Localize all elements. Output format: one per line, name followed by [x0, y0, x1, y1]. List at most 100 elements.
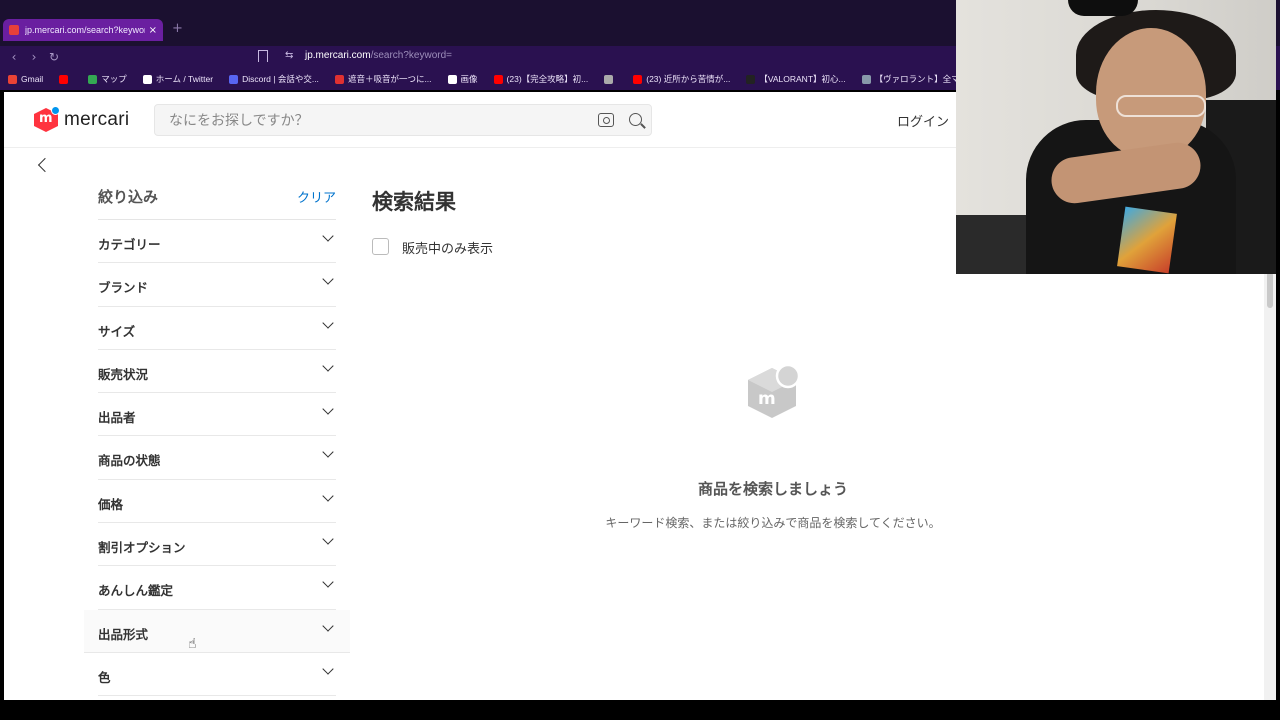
- chevron-down-icon: [322, 230, 334, 242]
- mercari-box-icon: m: [748, 364, 800, 418]
- forward-arrow-icon[interactable]: ›: [24, 50, 44, 64]
- bookmark-item[interactable]: (23)【完全攻略】初...: [493, 73, 589, 85]
- bookmark-item[interactable]: Gmail: [8, 74, 43, 84]
- chevron-down-icon: [322, 316, 334, 329]
- bookmark-item[interactable]: [59, 74, 72, 84]
- webcam-overlay: [956, 0, 1276, 274]
- back-arrow-icon[interactable]: ‹: [4, 50, 24, 64]
- filter-label: 割引オプション: [98, 540, 186, 556]
- filter-item[interactable]: カテゴリー: [98, 220, 336, 264]
- bookmark-favicon-icon: [604, 74, 614, 84]
- new-tab-button[interactable]: +: [172, 21, 183, 36]
- bookmark-star-icon[interactable]: [258, 50, 268, 62]
- bookmark-item[interactable]: [604, 74, 617, 84]
- filter-item[interactable]: 販売状況: [98, 350, 336, 394]
- chevron-left-icon[interactable]: [37, 157, 53, 173]
- scrollbar-thumb[interactable]: [1267, 272, 1273, 308]
- chevron-down-icon: [322, 533, 334, 545]
- search-input[interactable]: [169, 111, 569, 131]
- bookmark-item[interactable]: (23) 近所から苦情が...: [633, 73, 730, 85]
- bookmark-item[interactable]: ホーム / Twitter: [142, 73, 213, 85]
- chevron-down-icon: [322, 576, 334, 589]
- onsale-checkbox[interactable]: [372, 238, 389, 255]
- chevron-down-icon: [322, 663, 334, 675]
- filter-label: 色: [98, 669, 111, 685]
- webcam-person-glasses: [1116, 95, 1206, 117]
- taskbar-strip: [0, 700, 1280, 720]
- svg-text:m: m: [758, 389, 776, 409]
- bookmark-favicon-icon: [59, 74, 69, 84]
- chevron-down-icon: [322, 360, 334, 372]
- chevron-down-icon: [322, 403, 334, 415]
- chevron-down-icon: [322, 446, 334, 459]
- empty-state-description: キーワード検索、または絞り込みで商品を検索してください。: [605, 516, 941, 530]
- bookmark-label: 遮音＋吸音が一つに...: [347, 74, 432, 84]
- logo-text: mercari: [64, 109, 130, 130]
- tab-close-icon[interactable]: ×: [149, 25, 157, 36]
- screen: jp.mercari.com/search?keyword × + ‹ › ↻ …: [0, 0, 1280, 720]
- filter-label: 商品の状態: [98, 453, 161, 469]
- empty-state-title: 商品を検索しましょう: [697, 480, 848, 498]
- browser-tab[interactable]: jp.mercari.com/search?keyword ×: [3, 19, 163, 41]
- address-bar[interactable]: jp.mercari.com/search?keyword=: [305, 50, 452, 61]
- reload-icon[interactable]: ↻: [44, 50, 64, 64]
- mouse-cursor-icon: ☝: [188, 636, 197, 652]
- mercari-logo[interactable]: mercari: [34, 106, 130, 132]
- filter-item[interactable]: 出品者: [98, 393, 336, 437]
- tab-title: jp.mercari.com/search?keyword: [25, 25, 145, 35]
- search-icon[interactable]: [629, 113, 642, 126]
- bookmark-label: 【VALORANT】初心...: [759, 74, 846, 84]
- bookmark-favicon-icon: [334, 74, 344, 84]
- bookmark-label: Gmail: [21, 74, 44, 84]
- bookmark-item[interactable]: Discord | 会話や交...: [229, 73, 319, 85]
- filter-item[interactable]: 割引オプション: [98, 523, 336, 567]
- bookmark-label: (23)【完全攻略】初...: [506, 74, 589, 84]
- filter-item[interactable]: あんしん鑑定: [98, 566, 336, 610]
- bookmark-item[interactable]: 遮音＋吸音が一つに...: [334, 73, 432, 85]
- filter-header: 絞り込み クリア: [98, 182, 336, 220]
- bookmark-item[interactable]: マップ: [88, 73, 127, 85]
- webcam-person-face: [1096, 28, 1206, 158]
- site-info-icon[interactable]: ⇆: [285, 50, 293, 61]
- webcam-headset: [1068, 0, 1138, 16]
- bookmark-label: (23) 近所から苦情が...: [646, 74, 731, 84]
- filter-item[interactable]: 出品形式: [84, 609, 350, 653]
- bookmark-favicon-icon: [746, 74, 756, 84]
- logo-dot: [51, 106, 60, 115]
- filter-item[interactable]: 価格: [98, 480, 336, 524]
- filter-label: ブランド: [98, 280, 149, 296]
- filter-label: カテゴリー: [98, 237, 161, 252]
- chevron-down-icon: [322, 620, 334, 632]
- bookmark-favicon-icon: [8, 74, 17, 84]
- chevron-down-icon: [322, 490, 334, 502]
- filter-label: サイズ: [98, 323, 136, 339]
- search-box: [154, 104, 652, 136]
- filter-item[interactable]: サイズ: [98, 307, 336, 350]
- results-title: 検索結果: [372, 190, 456, 214]
- bookmark-favicon-icon: [861, 74, 871, 84]
- bookmark-favicon-icon: [493, 74, 503, 84]
- mercari-favicon-icon: [9, 25, 19, 35]
- webcam-shirt-print: [1117, 206, 1177, 274]
- bookmark-favicon-icon: [633, 74, 643, 84]
- bookmark-favicon-icon: [142, 74, 152, 84]
- bookmark-item[interactable]: 画像: [447, 73, 478, 85]
- filter-sidebar: 絞り込み クリア カテゴリーブランドサイズ販売状況出品者商品の状態価格割引オプシ…: [84, 182, 350, 697]
- bookmark-label: 画像: [460, 74, 478, 84]
- url-host: jp.mercari.com: [305, 50, 371, 61]
- url-path: /search?keyword=: [370, 50, 453, 61]
- login-link[interactable]: ログイン: [897, 111, 949, 130]
- filter-item[interactable]: 色: [98, 653, 336, 697]
- filter-label: 販売状況: [98, 366, 149, 382]
- onsale-label[interactable]: 販売中のみ表示: [402, 238, 493, 257]
- bookmark-item[interactable]: 【VALORANT】初心...: [746, 73, 846, 85]
- filter-label: あんしん鑑定: [98, 583, 174, 599]
- filter-item[interactable]: 商品の状態: [98, 436, 336, 480]
- image-search-icon[interactable]: [598, 113, 614, 127]
- filter-item[interactable]: ブランド: [98, 263, 336, 307]
- filter-title: 絞り込み: [98, 188, 159, 206]
- bookmark-label: Discord | 会話や交...: [242, 74, 319, 84]
- filter-label: 価格: [98, 496, 124, 512]
- clear-filters-link[interactable]: クリア: [297, 187, 336, 206]
- bookmark-label: マップ: [101, 74, 127, 84]
